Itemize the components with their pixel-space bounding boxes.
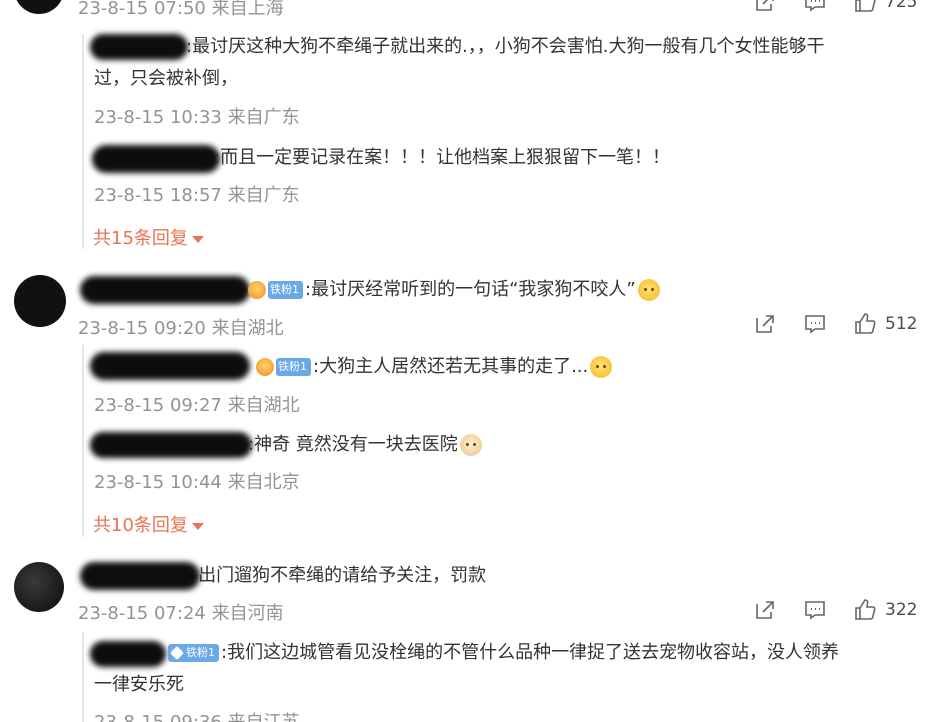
- comment-body: :最讨厌经常听到的一句话“我家狗不咬人”: [305, 279, 636, 300]
- comment-text: :出门遛狗不牵绳的请给予关注，罚款: [192, 565, 487, 586]
- comment-actions: 512: [753, 312, 917, 336]
- share-icon[interactable]: [753, 0, 777, 14]
- chevron-down-icon: [191, 522, 204, 530]
- reply-meta: 23-8-15 09:36 来自江苏: [94, 708, 300, 722]
- like-count: 512: [885, 314, 918, 334]
- like-icon[interactable]: [853, 0, 877, 14]
- reply-thread-divider: [82, 345, 84, 537]
- diamond-icon: [169, 645, 185, 661]
- share-icon[interactable]: [753, 312, 777, 336]
- reply-text: :最讨厌这种大狗不牵绳子就出来的.，，小狗不会害怕.大狗一般有几个女性能够干: [186, 36, 825, 57]
- comment-actions: 322: [753, 598, 917, 622]
- redacted-username: [80, 562, 200, 590]
- reply-body: :我们这边城管看见没栓绳的不管什么品种一律捉了送去宠物收容站，没人领养: [221, 642, 840, 663]
- reply-text: 铁粉1 :大狗主人居然还若无其事的走了...: [254, 350, 613, 384]
- like-icon[interactable]: [853, 312, 877, 336]
- reply-meta: 23-8-15 10:44 来自北京: [94, 472, 300, 493]
- comment-meta: 23-8-15 07:24 来自河南: [78, 603, 284, 624]
- reply-text: 铁粉1 :我们这边城管看见没栓绳的不管什么品种一律捉了送去宠物收容站，没人领养: [166, 636, 839, 670]
- like-count: 322: [885, 600, 918, 620]
- comment-icon[interactable]: [803, 0, 827, 14]
- like-count: 725: [885, 0, 918, 12]
- comment-actions: 725: [753, 0, 917, 14]
- dog-face-emoji-icon: [459, 434, 482, 456]
- fan-badge-label: 铁粉1: [278, 360, 307, 373]
- chevron-down-icon: [191, 235, 204, 243]
- fan-fire-icon: [248, 281, 266, 299]
- reply-thread-divider: [82, 632, 84, 722]
- comment-meta: 23-8-15 09:20 来自湖北: [78, 318, 284, 339]
- fan-fire-icon: [256, 358, 274, 376]
- reply-text: :神奇 竟然没有一块去医院: [248, 428, 482, 462]
- more-replies-link[interactable]: 共15条回复: [93, 224, 204, 250]
- reply-text-continued: 一律安乐死: [94, 674, 184, 695]
- reply-text: :而且一定要记录在案！！！让他档案上狠狠留下一笔！！: [214, 147, 671, 168]
- share-icon[interactable]: [753, 598, 777, 622]
- redacted-username: [90, 34, 188, 60]
- redacted-username: [92, 145, 220, 173]
- more-replies-link[interactable]: 共10条回复: [93, 511, 204, 537]
- fan-badge-label: 铁粉1: [186, 646, 215, 659]
- fan-badge: 铁粉1: [276, 358, 311, 376]
- reply-thread-divider: [82, 34, 84, 249]
- redacted-username: [90, 641, 166, 667]
- fan-badge: 铁粉1: [168, 644, 219, 662]
- comment-icon[interactable]: [803, 312, 827, 336]
- reply-meta: 23-8-15 10:33 来自广东: [94, 107, 300, 128]
- like-icon[interactable]: [853, 598, 877, 622]
- avatar[interactable]: [14, 275, 66, 327]
- relieved-emoji-icon: [590, 356, 613, 378]
- redacted-username: [90, 432, 252, 458]
- fan-badge: 铁粉1: [268, 281, 303, 299]
- more-replies-label: 共10条回复: [93, 515, 188, 536]
- reply-meta: 23-8-15 09:27 来自湖北: [94, 395, 300, 416]
- fan-badge-label: 铁粉1: [270, 283, 299, 296]
- avatar[interactable]: [14, 562, 64, 612]
- comment-text: 铁粉1 :最讨厌经常听到的一句话“我家狗不咬人”: [246, 273, 660, 307]
- more-replies-label: 共15条回复: [93, 228, 188, 249]
- avatar[interactable]: [14, 0, 64, 14]
- reply-body: :神奇 竟然没有一块去医院: [248, 434, 458, 455]
- comment-icon[interactable]: [803, 598, 827, 622]
- redacted-username: [90, 352, 250, 380]
- comment-meta: 23-8-15 07:50 来自上海: [78, 0, 284, 19]
- grinning-sweat-emoji-icon: [637, 279, 660, 301]
- reply-meta: 23-8-15 18:57 来自广东: [94, 185, 300, 206]
- redacted-username: [80, 276, 250, 304]
- reply-text-continued: 过，只会被补倒，: [94, 68, 238, 89]
- reply-body: :大狗主人居然还若无其事的走了...: [313, 356, 589, 377]
